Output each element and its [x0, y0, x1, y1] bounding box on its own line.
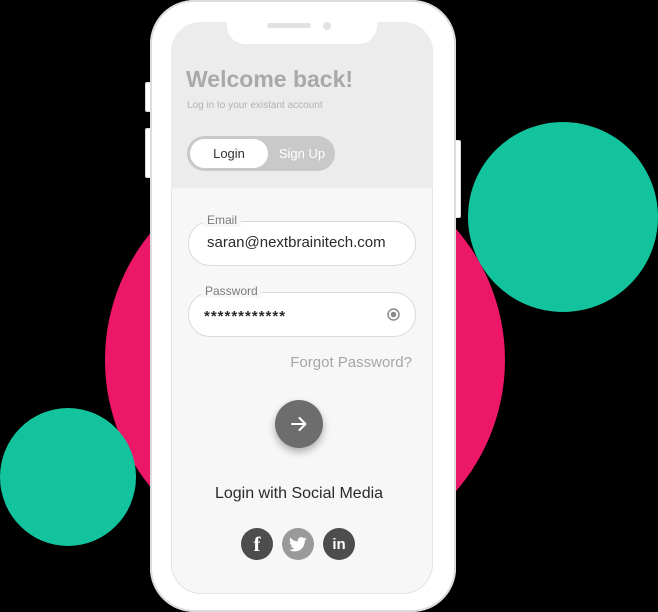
social-login-title: Login with Social Media [214, 485, 384, 502]
password-value: ************ [204, 308, 287, 325]
phone-frame: Welcome back! Log in to your existant ac… [150, 0, 456, 612]
eye-icon[interactable] [387, 308, 400, 321]
twitter-icon[interactable] [282, 528, 314, 560]
facebook-icon[interactable]: f [241, 528, 273, 560]
login-signup-toggle: Login Sign Up [187, 136, 335, 171]
email-field[interactable]: Email saran@nextbrainitech.com [188, 213, 416, 266]
forgot-password-link[interactable]: Forgot Password? [290, 354, 412, 371]
social-icons-row: f in [241, 528, 357, 562]
speaker-icon [267, 23, 311, 28]
arrow-right-icon [291, 417, 307, 431]
camera-icon [323, 22, 331, 30]
twitter-bird-icon [289, 536, 307, 551]
phone-notch [227, 22, 377, 44]
password-label: Password [201, 284, 262, 298]
green-circle-decoration-left [0, 408, 136, 546]
page-subtitle: Log in to your existant account [187, 100, 323, 111]
email-label: Email [203, 213, 242, 227]
password-field[interactable]: Password ************ [188, 284, 416, 337]
tab-signup[interactable]: Sign Up [271, 139, 333, 168]
page-title: Welcome back! [186, 66, 354, 92]
tab-login[interactable]: Login [190, 139, 268, 168]
linkedin-icon[interactable]: in [323, 528, 355, 560]
login-header: Welcome back! Log in to your existant ac… [171, 22, 433, 188]
green-circle-decoration-right [468, 122, 658, 312]
stage: Welcome back! Log in to your existant ac… [0, 0, 658, 612]
phone-screen: Welcome back! Log in to your existant ac… [171, 22, 433, 594]
email-value: saran@nextbrainitech.com [207, 234, 386, 251]
submit-button[interactable] [275, 400, 323, 448]
